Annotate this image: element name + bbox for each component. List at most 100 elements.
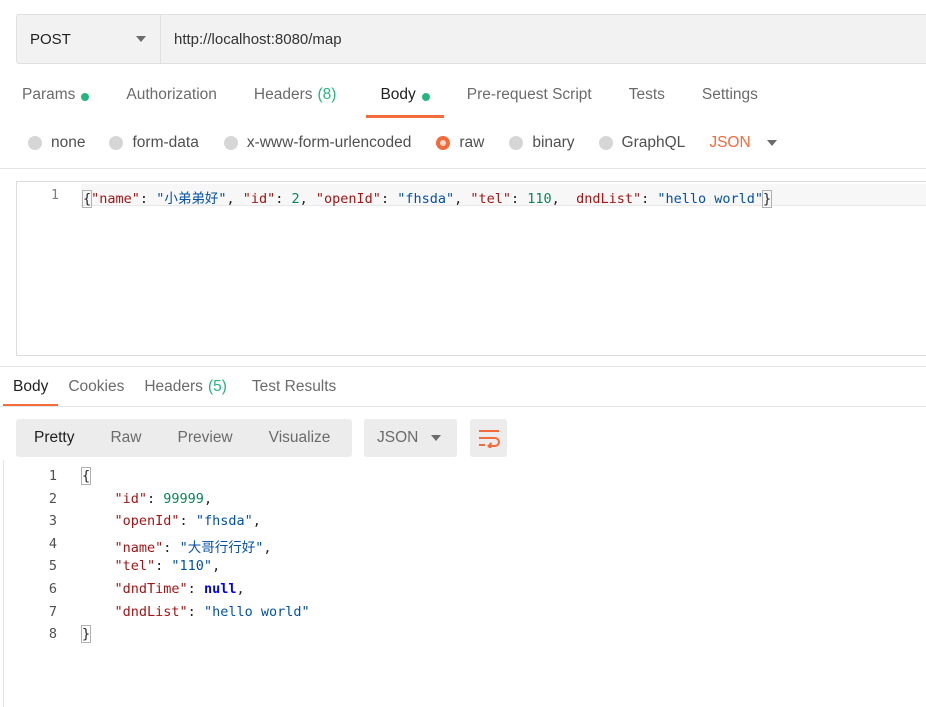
code-line: 3 "openId": "fhsda", <box>0 513 926 536</box>
code-text: "id": 99999, <box>114 490 213 507</box>
radio-graphql[interactable]: GraphQL <box>598 134 686 152</box>
chevron-down-icon <box>766 140 777 146</box>
json-string: "小弟弟好" <box>156 191 227 207</box>
view-visualize-button[interactable]: Visualize <box>251 429 349 447</box>
json-key: "id" <box>242 191 276 207</box>
json-key: "dndTime" <box>114 580 188 597</box>
view-raw-button[interactable]: Raw <box>92 429 159 447</box>
body-language-label: JSON <box>709 134 751 151</box>
radio-raw-label: raw <box>459 134 485 151</box>
line-number: 1 <box>50 187 59 203</box>
tab-params-label: Params <box>22 86 76 103</box>
body-language-select[interactable]: JSON <box>709 134 777 152</box>
line-number: 3 <box>48 513 57 530</box>
radio-circle <box>598 136 613 150</box>
radio-x-www-form-urlencoded[interactable]: x-www-form-urlencoded <box>223 134 412 152</box>
tab-cookies[interactable]: Cookies <box>68 378 124 407</box>
json-key: "tel" <box>470 191 512 207</box>
line-number: 7 <box>48 603 57 620</box>
tab-response-headers-count: (5) <box>207 378 227 395</box>
radio-raw[interactable]: raw <box>436 134 484 152</box>
divider <box>0 406 926 407</box>
code-line: 2 "id": 99999, <box>0 491 926 514</box>
json-string: "大哥行行好" <box>179 539 264 556</box>
wrap-lines-button[interactable] <box>470 419 507 457</box>
code-line: 4 "name": "大哥行行好", <box>0 536 926 559</box>
json-key: "openId" <box>315 191 381 207</box>
bracket: { <box>81 190 93 208</box>
request-body-editor[interactable]: 1 {"name": "小弟弟好", "id": 2, "openId": "f… <box>16 181 926 356</box>
tab-response-body[interactable]: Body <box>2 378 59 407</box>
line-number: 1 <box>48 468 57 484</box>
code-text: "tel": "110", <box>114 558 221 575</box>
code-text: "dndList": "hello world" <box>114 603 310 620</box>
json-key: "tel" <box>114 558 156 575</box>
body-type-options: none form-data x-www-form-urlencoded raw… <box>28 133 777 153</box>
json-key: "name" <box>114 539 164 556</box>
chevron-down-icon <box>136 36 146 42</box>
json-string: "110" <box>171 558 213 575</box>
response-tabs: Body Cookies Headers (5) Test Results <box>2 378 336 407</box>
request-bar: POST http://localhost:8080/map <box>16 14 926 64</box>
radio-circle <box>223 136 238 150</box>
bracket: { <box>80 467 92 485</box>
tab-pre-request-script[interactable]: Pre-request Script <box>467 86 592 118</box>
json-number: 2 <box>291 191 300 207</box>
view-mode-group: Pretty Raw Preview Visualize <box>16 419 352 457</box>
view-preview-button[interactable]: Preview <box>160 429 251 447</box>
line-number: 8 <box>48 626 57 643</box>
tab-response-body-label: Body <box>13 378 49 395</box>
tab-settings-label: Settings <box>701 86 758 103</box>
tab-params[interactable]: Params <box>22 86 90 118</box>
tab-cookies-label: Cookies <box>68 378 125 395</box>
request-body-code[interactable]: {"name": "小弟弟好", "id": 2, "openId": "fhs… <box>81 187 773 208</box>
tab-headers-count: (8) <box>317 86 337 103</box>
response-body-viewer[interactable]: 1 { 2 "id": 99999, 3 "openId": "fhsda", … <box>0 467 926 649</box>
tab-body-label: Body <box>380 86 416 103</box>
line-number: 4 <box>48 535 57 552</box>
radio-graphql-label: GraphQL <box>621 134 686 151</box>
method-label: POST <box>30 30 71 48</box>
response-format-select[interactable]: JSON <box>364 419 457 457</box>
code-text: } <box>80 625 92 644</box>
tab-response-headers[interactable]: Headers (5) <box>144 378 227 407</box>
radio-circle <box>109 136 124 150</box>
json-key: "openId" <box>114 513 180 530</box>
json-string: "hello world" <box>657 191 764 207</box>
code-line: 8 } <box>0 625 926 649</box>
json-key: dndList" <box>576 191 642 207</box>
tab-authorization[interactable]: Authorization <box>126 86 216 118</box>
radio-none[interactable]: none <box>28 134 85 152</box>
tab-test-results-label: Test Results <box>251 378 337 395</box>
tab-tests[interactable]: Tests <box>629 86 665 118</box>
url-input[interactable]: http://localhost:8080/map <box>161 15 926 63</box>
method-select[interactable]: POST <box>17 15 161 63</box>
tab-pre-request-script-label: Pre-request Script <box>466 86 592 103</box>
json-key: "name" <box>91 191 140 207</box>
tab-settings[interactable]: Settings <box>702 86 758 118</box>
view-pretty-button[interactable]: Pretty <box>16 429 92 447</box>
json-number: 110 <box>527 191 552 207</box>
line-number: 2 <box>48 490 57 507</box>
line-number: 5 <box>48 558 57 575</box>
radio-circle-selected <box>436 136 451 150</box>
radio-circle <box>28 136 42 150</box>
request-tabs: Params Authorization Headers (8) Body Pre… <box>22 86 758 118</box>
radio-binary[interactable]: binary <box>509 134 575 152</box>
radio-x-www-form-urlencoded-label: x-www-form-urlencoded <box>246 134 412 151</box>
code-text: { <box>80 467 92 485</box>
code-text: "name": "大哥行行好", <box>114 539 272 556</box>
tab-body[interactable]: Body <box>366 86 445 118</box>
tab-headers-label: Headers <box>253 86 313 103</box>
chevron-down-icon <box>431 435 441 441</box>
radio-form-data[interactable]: form-data <box>109 134 199 152</box>
code-line: 1 { <box>0 467 926 491</box>
json-string: "hello world" <box>203 603 310 620</box>
divider <box>0 168 926 169</box>
code-line: 7 "dndList": "hello world" <box>0 604 926 627</box>
tab-test-results[interactable]: Test Results <box>252 378 336 407</box>
tab-headers[interactable]: Headers (8) <box>254 86 337 118</box>
json-key: "dndList" <box>114 603 188 620</box>
url-text: http://localhost:8080/map <box>174 30 342 48</box>
radio-binary-label: binary <box>532 134 575 151</box>
